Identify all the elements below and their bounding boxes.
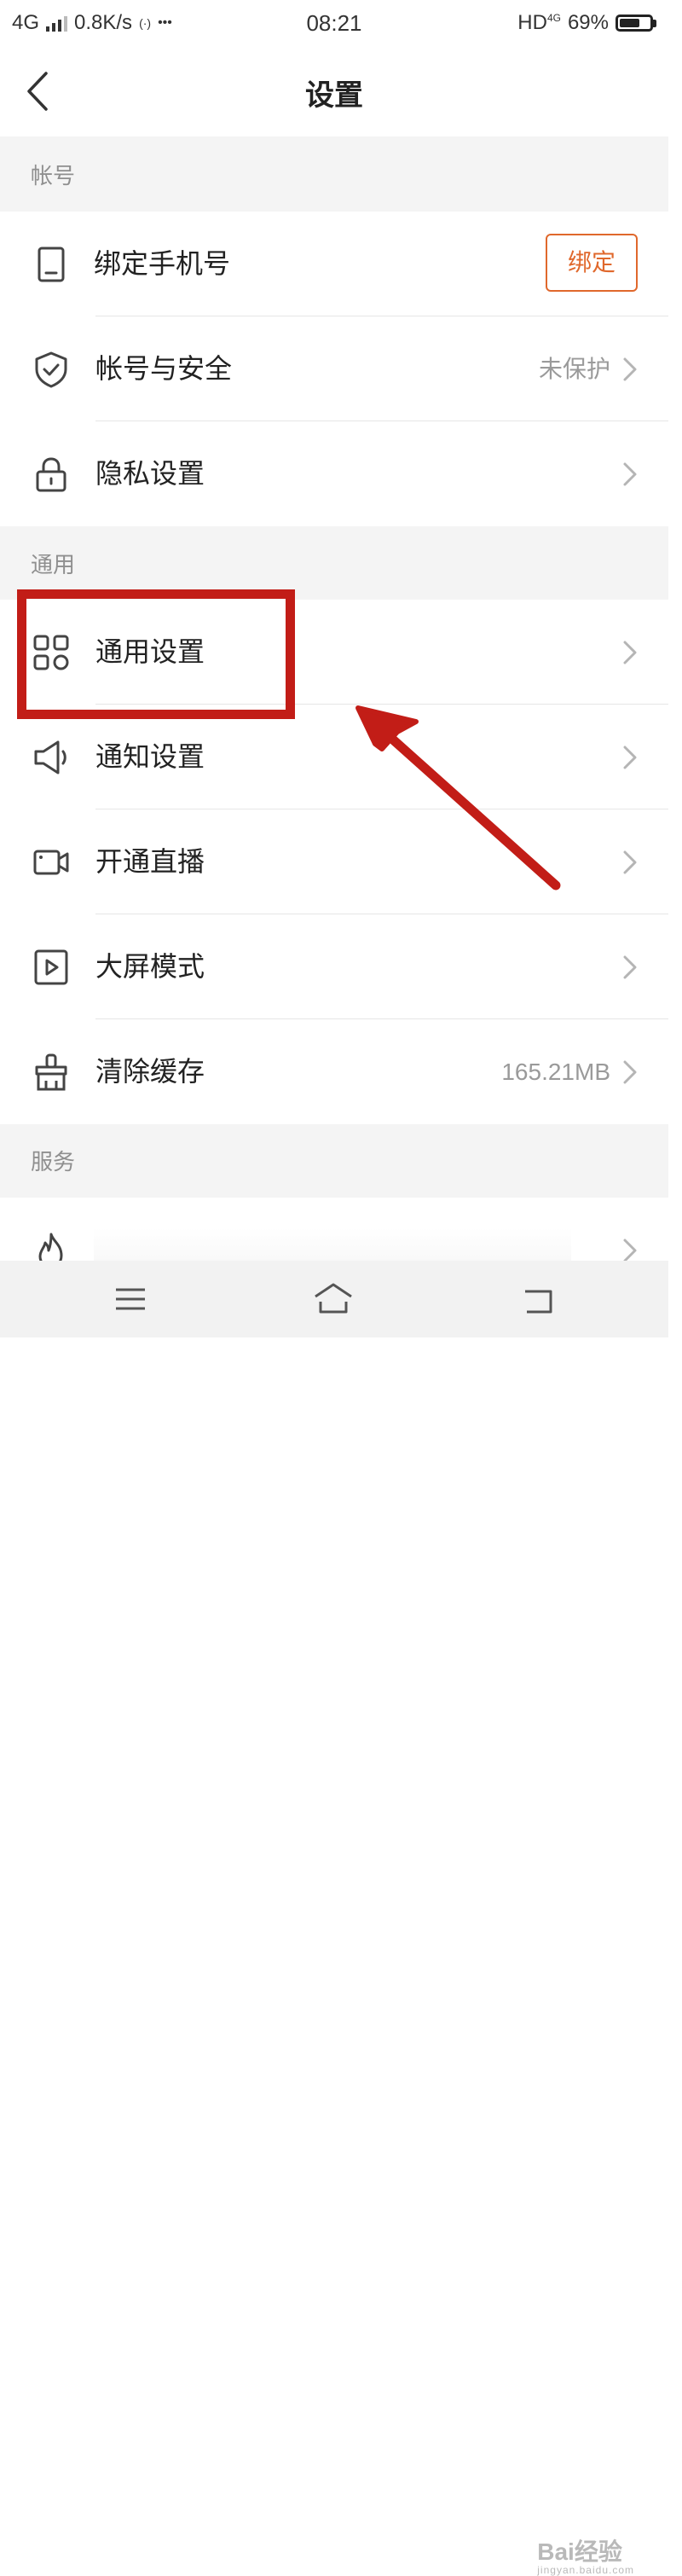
row-label: 开通直播 [95, 846, 205, 877]
brush-icon [35, 1053, 67, 1091]
row-label: 通知设置 [95, 741, 205, 772]
grid-icon [33, 635, 69, 670]
status-left: 4G 0.8K/s (·) ••• [12, 11, 172, 35]
row-clear-cache[interactable]: 清除缓存 165.21MB [0, 1019, 668, 1124]
back-icon[interactable] [515, 1278, 558, 1320]
video-camera-icon [33, 850, 69, 875]
more-indicator: ••• [158, 15, 172, 30]
chevron-right-icon [623, 357, 637, 381]
row-label: 大屏模式 [95, 951, 205, 982]
phone-icon [38, 247, 65, 282]
blurred-content [94, 1228, 571, 1262]
watermark: Bai经验 jingyan.baidu.com [537, 2533, 634, 2576]
row-label: 隐私设置 [95, 458, 205, 489]
chevron-right-icon [623, 850, 637, 874]
row-general-settings[interactable]: 通用设置 [0, 600, 668, 705]
chevron-right-icon [623, 1239, 637, 1262]
bind-phone-button[interactable]: 绑定 [546, 234, 638, 292]
chevron-right-icon [623, 955, 637, 979]
menu-icon[interactable] [109, 1278, 152, 1320]
network-type: 4G [12, 11, 40, 34]
row-label: 绑定手机号 [94, 248, 231, 279]
header: 设置 [0, 46, 668, 136]
chevron-right-icon [623, 1060, 637, 1084]
section-header-service: 服务 [0, 1124, 668, 1198]
hd-label: HD [517, 11, 547, 34]
section-header-general: 通用 [0, 526, 668, 600]
row-big-screen[interactable]: 大屏模式 [0, 914, 668, 1019]
battery-percent: 69% [567, 11, 609, 34]
battery-icon [616, 15, 656, 32]
play-box-icon [34, 949, 68, 985]
chevron-right-icon [623, 746, 637, 769]
chevron-right-icon [623, 641, 637, 664]
signal-icon [46, 15, 68, 32]
chevron-right-icon [623, 462, 637, 486]
speaker-icon [34, 740, 66, 775]
section-header-account: 帐号 [0, 136, 668, 212]
lock-icon [36, 457, 66, 492]
row-notification-settings[interactable]: 通知设置 [0, 705, 668, 809]
row-bind-phone[interactable]: 绑定手机号 绑定 [0, 212, 668, 316]
status-bar: 4G 0.8K/s (·) ••• 08:21 HD4G 69% [0, 0, 668, 46]
hotspot-icon: (·) [139, 16, 152, 30]
row-start-live[interactable]: 开通直播 [0, 809, 668, 914]
row-label: 通用设置 [95, 636, 205, 667]
page-title: 设置 [305, 79, 363, 112]
hd-indicator: HD4G [517, 11, 561, 35]
shield-check-icon [35, 351, 67, 388]
row-label: 帐号与安全 [95, 353, 233, 384]
battery-fill [620, 19, 640, 27]
status-right: HD4G 69% [517, 11, 656, 35]
home-icon[interactable] [312, 1278, 355, 1320]
row-value: 未保护 [538, 356, 610, 382]
watermark-url: jingyan.baidu.com [537, 2564, 634, 2576]
row-value: 165.21MB [501, 1059, 610, 1085]
system-nav-bar: Bai经验 jingyan.baidu.com [0, 1261, 668, 2576]
hd-network: 4G [546, 12, 561, 24]
row-label: 清除缓存 [95, 1056, 205, 1087]
watermark-brand: Bai经验 [537, 2538, 622, 2565]
row-privacy[interactable]: 隐私设置 [0, 421, 668, 526]
network-speed: 0.8K/s [74, 11, 133, 34]
row-account-security[interactable]: 帐号与安全 未保护 [0, 316, 668, 421]
